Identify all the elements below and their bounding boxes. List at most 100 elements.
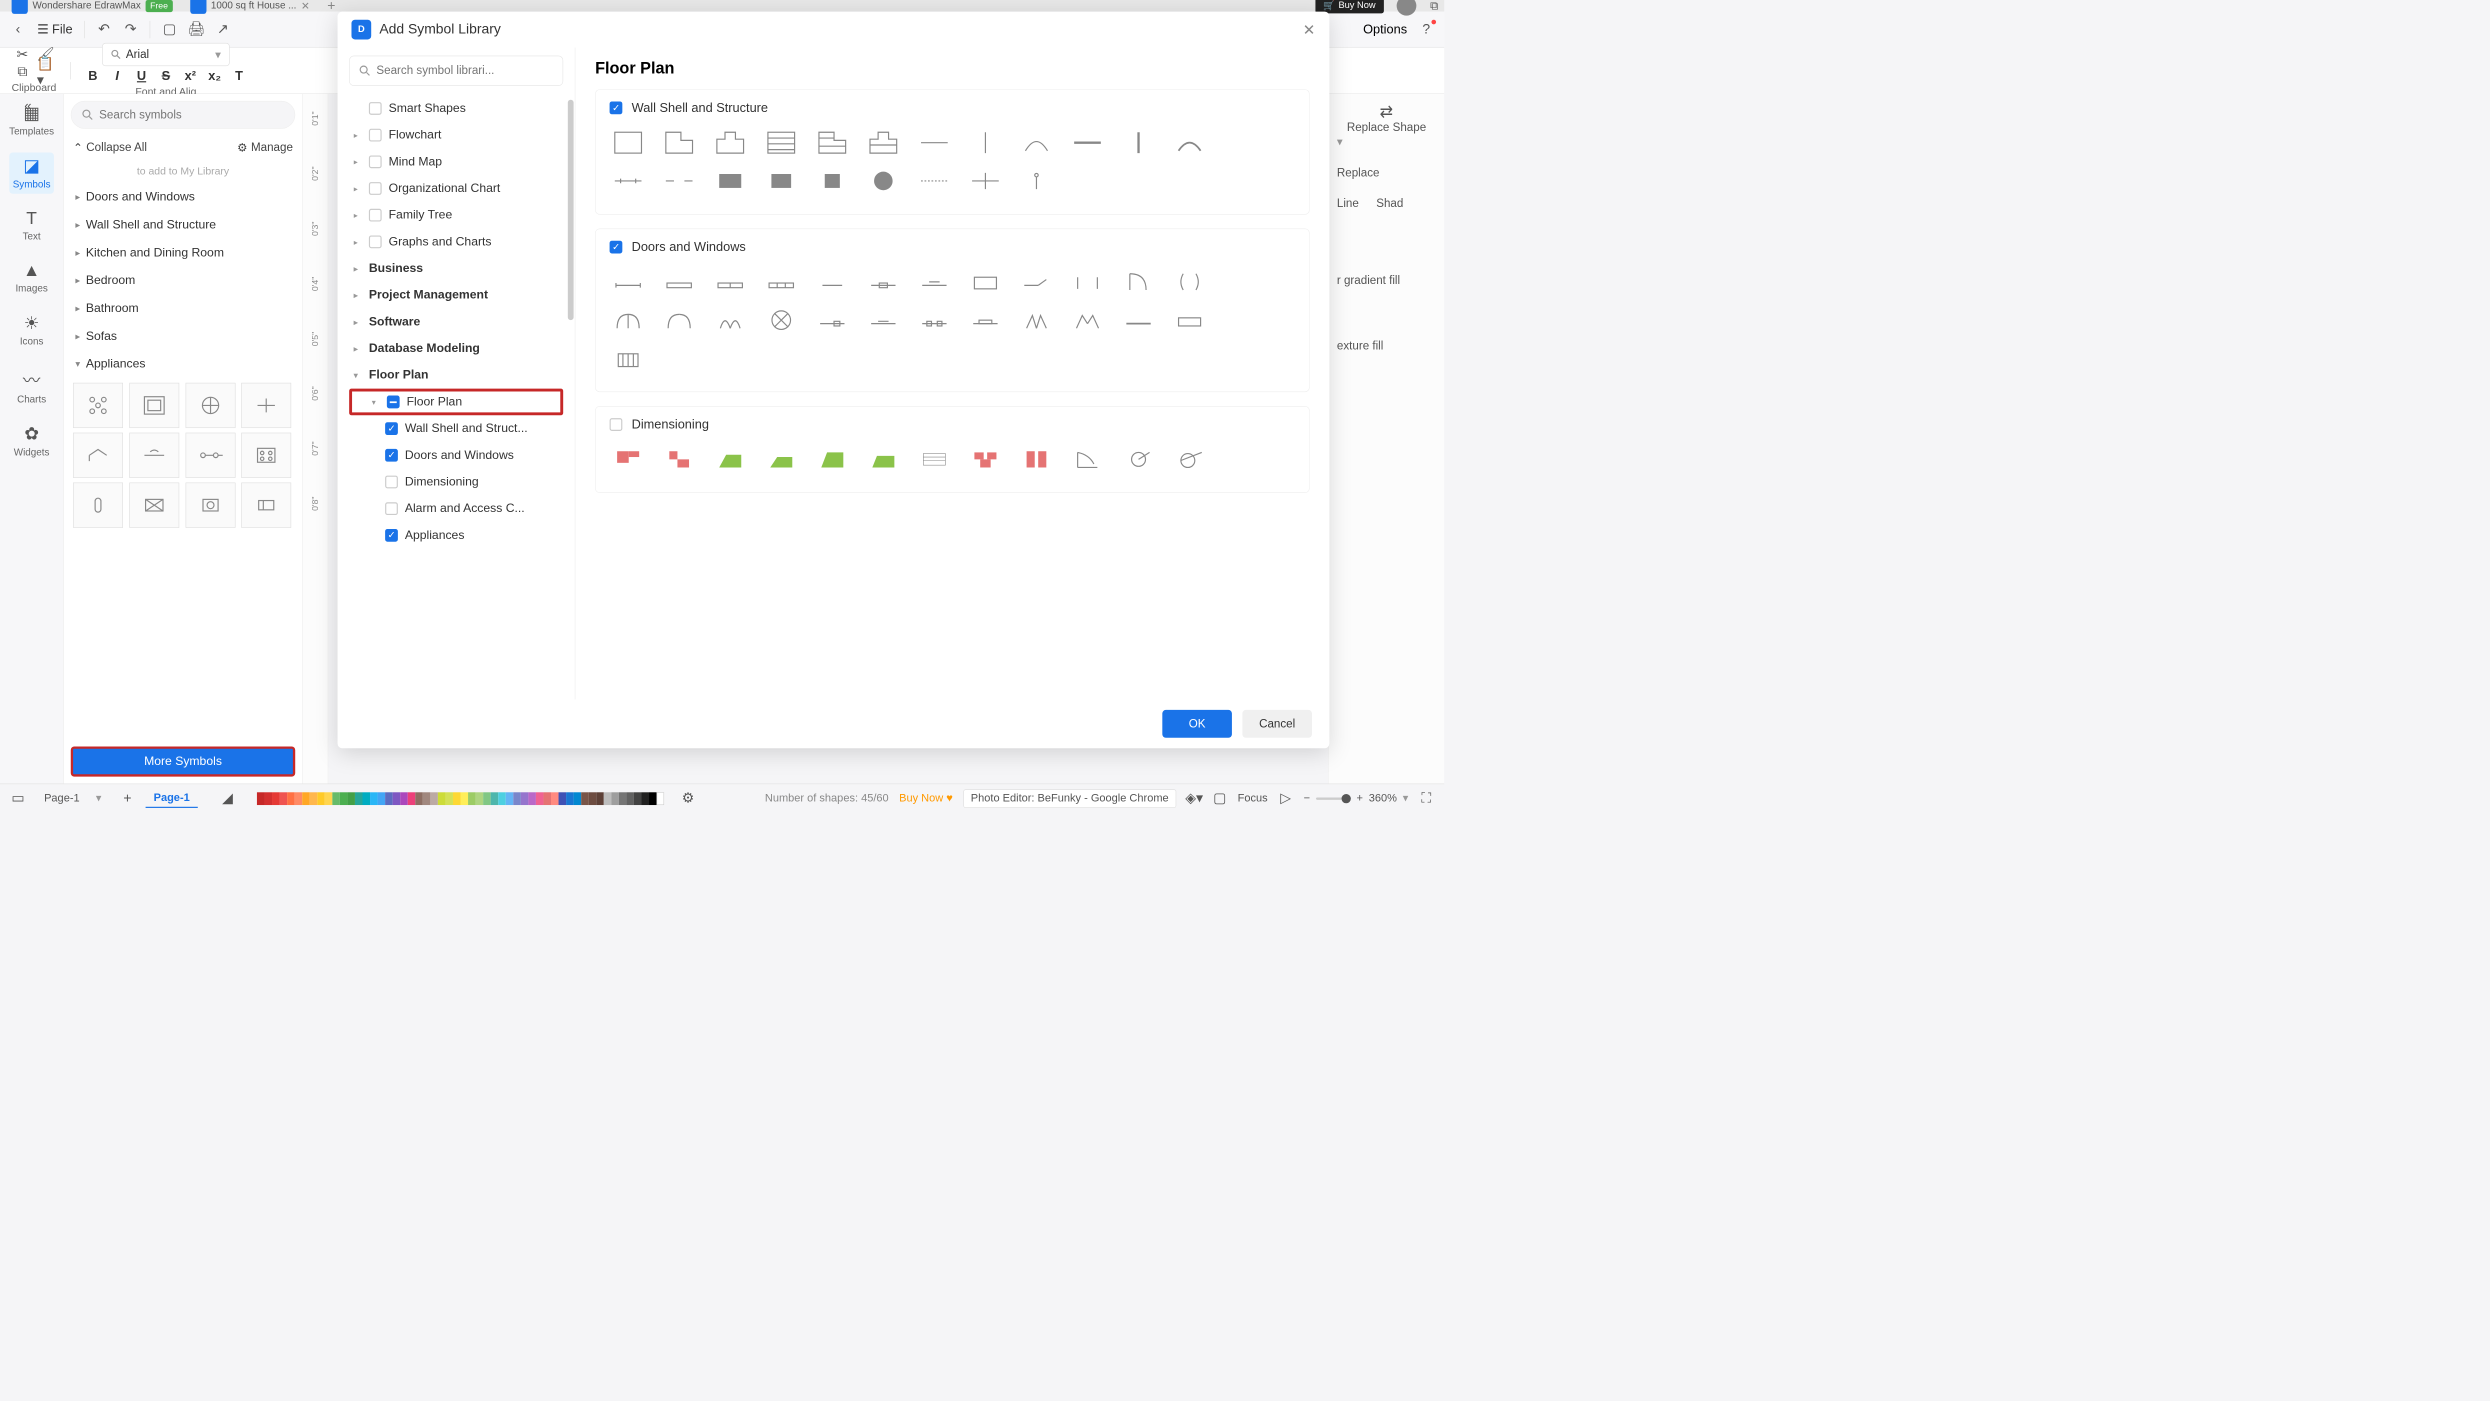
- category-bedroom[interactable]: ▸Bedroom: [71, 267, 295, 295]
- shape-thumbnail[interactable]: [661, 444, 698, 475]
- new-tab-button[interactable]: +: [327, 0, 335, 14]
- undo-button[interactable]: ↶: [96, 22, 111, 37]
- shape-tile[interactable]: [73, 383, 123, 428]
- app-tab[interactable]: Wondershare EdrawMax Free: [6, 0, 179, 15]
- category-kitchen[interactable]: ▸Kitchen and Dining Room: [71, 239, 295, 267]
- shape-thumbnail[interactable]: [763, 165, 800, 196]
- shape-thumbnail[interactable]: [916, 444, 953, 475]
- copy-button[interactable]: ⧉: [15, 64, 30, 79]
- page-select[interactable]: Page-1▾: [36, 789, 110, 807]
- shape-tile[interactable]: [73, 483, 123, 528]
- shape-thumbnail[interactable]: [865, 266, 902, 297]
- checkbox[interactable]: [385, 476, 398, 489]
- cancel-button[interactable]: Cancel: [1242, 710, 1312, 738]
- shape-thumbnail[interactable]: [1018, 305, 1055, 336]
- shape-thumbnail[interactable]: [712, 444, 749, 475]
- buy-now-footer[interactable]: Buy Now ♥: [899, 792, 953, 805]
- tree-org-chart[interactable]: ▸Organizational Chart: [349, 175, 563, 202]
- shape-thumbnail[interactable]: [967, 165, 1004, 196]
- shape-thumbnail[interactable]: [814, 127, 851, 158]
- rail-charts[interactable]: 〰Charts: [14, 363, 50, 409]
- redo-button[interactable]: ↷: [123, 22, 138, 37]
- shape-thumbnail[interactable]: [1018, 165, 1055, 196]
- tree-smart-shapes[interactable]: Smart Shapes: [349, 95, 563, 122]
- chevron-down-icon[interactable]: ▾: [1403, 792, 1409, 805]
- shape-tile[interactable]: [129, 483, 179, 528]
- shape-tile[interactable]: [129, 433, 179, 478]
- shape-thumbnail[interactable]: [763, 266, 800, 297]
- checkbox[interactable]: [369, 155, 382, 168]
- tree-floor-plan-sub[interactable]: ▾Floor Plan: [349, 389, 563, 416]
- shape-tile[interactable]: [241, 383, 291, 428]
- checkbox[interactable]: [369, 129, 382, 142]
- play-icon[interactable]: ▷: [1278, 791, 1293, 806]
- shape-thumbnail[interactable]: [661, 266, 698, 297]
- shape-tile[interactable]: [73, 433, 123, 478]
- shape-thumbnail[interactable]: [814, 305, 851, 336]
- shape-thumbnail[interactable]: [763, 127, 800, 158]
- shape-thumbnail[interactable]: [967, 266, 1004, 297]
- bold-button[interactable]: B: [85, 68, 101, 83]
- shape-thumbnail[interactable]: [712, 305, 749, 336]
- rail-icons[interactable]: ☀Icons: [16, 310, 47, 351]
- shape-tile[interactable]: [185, 433, 235, 478]
- shape-thumbnail[interactable]: [916, 165, 953, 196]
- shape-thumbnail[interactable]: [916, 305, 953, 336]
- rail-text[interactable]: TText: [19, 205, 44, 246]
- text-tool-button[interactable]: T: [231, 68, 247, 83]
- add-page-button[interactable]: +: [120, 791, 135, 806]
- focus-button[interactable]: Focus: [1238, 792, 1268, 805]
- shadow-tab[interactable]: Shad: [1376, 197, 1403, 210]
- fill-tool-icon[interactable]: ◢: [220, 791, 235, 806]
- tree-floor-plan[interactable]: ▾Floor Plan: [349, 362, 563, 389]
- checkbox-checked[interactable]: ✓: [610, 102, 623, 115]
- shape-thumbnail[interactable]: [610, 266, 647, 297]
- rail-images[interactable]: ▲Images: [12, 258, 51, 299]
- tree-flowchart[interactable]: ▸Flowchart: [349, 122, 563, 149]
- print-button[interactable]: 🖨: [189, 22, 204, 37]
- restore-window-icon[interactable]: ⧉: [1430, 0, 1438, 12]
- shape-thumbnail[interactable]: [916, 127, 953, 158]
- tree-appliances[interactable]: ✓Appliances: [349, 522, 563, 549]
- tree-database-modeling[interactable]: ▸Database Modeling: [349, 335, 563, 362]
- category-appliances[interactable]: ▾Appliances: [71, 350, 295, 378]
- search-symbols-input[interactable]: [71, 101, 295, 129]
- shape-thumbnail[interactable]: [814, 165, 851, 196]
- shape-thumbnail[interactable]: [1120, 266, 1157, 297]
- fullscreen-icon[interactable]: ⛶: [1419, 791, 1434, 806]
- underline-button[interactable]: U: [133, 68, 149, 83]
- save-button[interactable]: ▢: [162, 22, 177, 37]
- category-bathroom[interactable]: ▸Bathroom: [71, 295, 295, 323]
- checkbox-checked[interactable]: ✓: [385, 449, 398, 462]
- file-menu[interactable]: ☰ File: [37, 22, 72, 37]
- strikethrough-button[interactable]: S: [158, 68, 174, 83]
- shape-thumbnail[interactable]: [610, 343, 647, 374]
- shape-thumbnail[interactable]: [865, 165, 902, 196]
- shape-thumbnail[interactable]: [1018, 127, 1055, 158]
- active-page-tab[interactable]: Page-1: [145, 789, 197, 808]
- rail-templates[interactable]: ▦Templates: [6, 100, 58, 141]
- shape-thumbnail[interactable]: [1120, 444, 1157, 475]
- options-button[interactable]: Options: [1363, 22, 1407, 37]
- panels-toggle-icon[interactable]: ▭: [10, 791, 25, 806]
- tree-wall-shell[interactable]: ✓Wall Shell and Struct...: [349, 415, 563, 442]
- shape-thumbnail[interactable]: [865, 127, 902, 158]
- shape-thumbnail[interactable]: [1120, 305, 1157, 336]
- library-search-input[interactable]: [349, 56, 563, 86]
- shape-thumbnail[interactable]: [1018, 266, 1055, 297]
- shape-thumbnail[interactable]: [967, 305, 1004, 336]
- shape-thumbnail[interactable]: [763, 305, 800, 336]
- replace-shape-icon[interactable]: ⇄: [1337, 102, 1436, 121]
- rail-symbols[interactable]: ◪Symbols: [9, 153, 54, 194]
- manage-button[interactable]: ⚙ Manage: [237, 140, 293, 155]
- shape-tile[interactable]: [185, 483, 235, 528]
- shape-thumbnail[interactable]: [610, 305, 647, 336]
- rail-widgets[interactable]: ✿Widgets: [10, 421, 53, 462]
- shape-thumbnail[interactable]: [610, 165, 647, 196]
- shape-thumbnail[interactable]: [763, 444, 800, 475]
- font-family-select[interactable]: Arial ▾: [102, 43, 230, 66]
- search-symbols-field[interactable]: [99, 108, 284, 121]
- checkbox[interactable]: [369, 182, 382, 195]
- fit-page-icon[interactable]: ▢: [1212, 791, 1227, 806]
- checkbox-partial[interactable]: [387, 396, 400, 409]
